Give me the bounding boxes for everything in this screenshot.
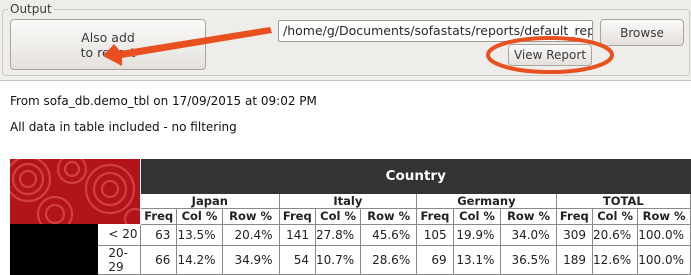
subheader-freq: Freq	[556, 208, 594, 225]
cell: 100.0%	[637, 245, 691, 275]
subheader-row-pct: Row %	[500, 208, 557, 225]
subheader-col-pct: Col %	[592, 208, 639, 225]
row-label: 20-29	[98, 245, 142, 275]
cell: 36.5%	[500, 245, 557, 275]
subheader-freq: Freq	[140, 208, 178, 225]
cell: 27.8%	[315, 224, 362, 246]
cell: 20.6%	[592, 224, 639, 246]
cell: 189	[556, 245, 594, 275]
cell: 13.1%	[453, 245, 502, 275]
table-row: 20-29 66 14.2% 34.9% 54 10.7% 28.6% 69 1…	[10, 245, 691, 275]
cell: 28.6%	[360, 245, 418, 275]
subheader-row-pct: Row %	[222, 208, 280, 225]
cell: 66	[140, 245, 178, 275]
cell: 14.2%	[176, 245, 223, 275]
table-row: < 20 63 13.5% 20.4% 141 27.8% 45.6% 105 …	[10, 224, 691, 275]
row-variable-cell	[10, 224, 99, 275]
group-header-japan: Japan	[140, 193, 280, 210]
subheader-col-pct: Col %	[453, 208, 502, 225]
cell: 13.5%	[176, 224, 223, 246]
subheader-freq: Freq	[279, 208, 317, 225]
subheader-freq: Freq	[416, 208, 454, 225]
cell: 45.6%	[360, 224, 418, 246]
corner-swirl-pattern	[10, 159, 140, 224]
cell: 10.7%	[315, 245, 362, 275]
subheader-col-pct: Col %	[315, 208, 362, 225]
group-header-italy: Italy	[279, 193, 418, 210]
column-variable-header: Country	[140, 159, 691, 194]
report-path-input[interactable]: /home/g/Documents/sofastats/reports/defa…	[278, 20, 593, 42]
report-source-line: From sofa_db.demo_tbl on 17/09/2015 at 0…	[10, 94, 317, 108]
cell: 20.4%	[222, 224, 280, 246]
cell: 34.0%	[500, 224, 557, 246]
report-filter-line: All data in table included - no filterin…	[10, 120, 237, 134]
subheader-col-pct: Col %	[176, 208, 223, 225]
cell: 69	[416, 245, 454, 275]
cell: 54	[279, 245, 317, 275]
cell: 34.9%	[222, 245, 280, 275]
cell: 12.6%	[592, 245, 639, 275]
group-header-germany: Germany	[416, 193, 557, 210]
output-panel: Output Also add to report /home/g/Docume…	[0, 0, 691, 81]
output-group-label: Output	[8, 2, 54, 16]
cell: 100.0%	[637, 224, 691, 246]
cell: 309	[556, 224, 594, 246]
subheader-row-pct: Row %	[637, 208, 691, 225]
row-label: < 20	[98, 224, 142, 246]
report-view: From sofa_db.demo_tbl on 17/09/2015 at 0…	[0, 81, 691, 275]
also-add-to-report-button[interactable]: Also add to report	[10, 19, 206, 70]
cell: 105	[416, 224, 454, 246]
table-corner-logo	[10, 159, 141, 224]
view-report-button[interactable]: View Report	[508, 44, 592, 66]
cell: 63	[140, 224, 178, 246]
crosstab-table: Country Japan Italy Germany TOTAL Freq C…	[10, 159, 691, 275]
subheader-row-pct: Row %	[360, 208, 418, 225]
cell: 19.9%	[453, 224, 502, 246]
group-header-total: TOTAL	[556, 193, 691, 210]
also-add-to-report-label: Also add to report	[80, 29, 136, 60]
cell: 141	[279, 224, 317, 246]
browse-button[interactable]: Browse	[600, 19, 684, 46]
